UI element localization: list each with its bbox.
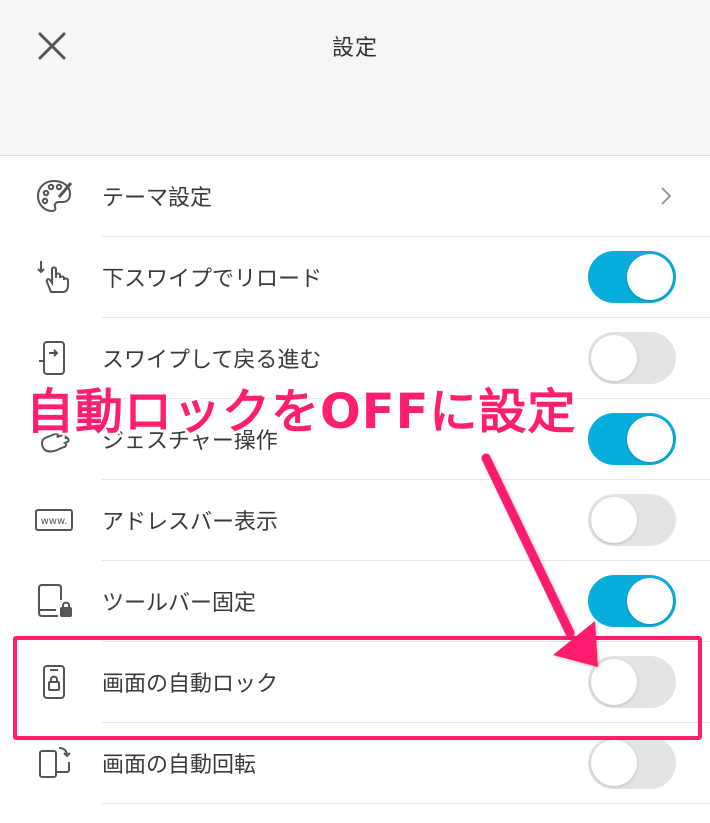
page-title: 設定 <box>331 36 378 61</box>
www-address-icon: www. <box>34 500 74 540</box>
setting-label: 下スワイプでリロード <box>102 267 323 292</box>
setting-label: ツールバー固定 <box>102 591 257 616</box>
address-bar-toggle[interactable] <box>588 494 676 546</box>
pull-to-reload-toggle[interactable] <box>588 251 676 303</box>
setting-row-address-bar: www. アドレスバー表示 <box>0 480 710 561</box>
toggle-knob <box>627 416 673 462</box>
setting-label: アドレスバー表示 <box>102 510 279 535</box>
auto-rotate-toggle[interactable] <box>588 737 676 789</box>
swipe-back-forward-toggle[interactable] <box>588 332 676 384</box>
setting-label: 画面の自動回転 <box>102 753 257 778</box>
chevron-right-icon <box>661 187 672 205</box>
swipe-down-hand-icon <box>34 257 74 297</box>
toggle-knob <box>591 335 637 381</box>
screen-rotate-icon <box>34 743 74 783</box>
header: 設定 <box>0 0 710 156</box>
svg-text:www.: www. <box>41 516 68 527</box>
annotation-text: 自動ロックをOFFに設定 <box>26 384 577 440</box>
gesture-toggle[interactable] <box>588 413 676 465</box>
toggle-knob <box>591 740 637 786</box>
toggle-knob <box>591 497 637 543</box>
setting-row-pull-to-reload: 下スワイプでリロード <box>0 237 710 318</box>
toolbar-lock-icon <box>34 581 74 621</box>
toolbar-fixed-toggle[interactable] <box>588 575 676 627</box>
highlight-box <box>13 636 702 740</box>
setting-row-toolbar-fixed: ツールバー固定 <box>0 561 710 642</box>
setting-row-theme[interactable]: テーマ設定 <box>0 156 710 237</box>
toggle-knob <box>627 254 673 300</box>
palette-icon <box>34 176 74 216</box>
setting-label: スワイプして戻る進む <box>102 348 322 373</box>
toggle-knob <box>627 578 673 624</box>
setting-label: テーマ設定 <box>102 186 213 211</box>
